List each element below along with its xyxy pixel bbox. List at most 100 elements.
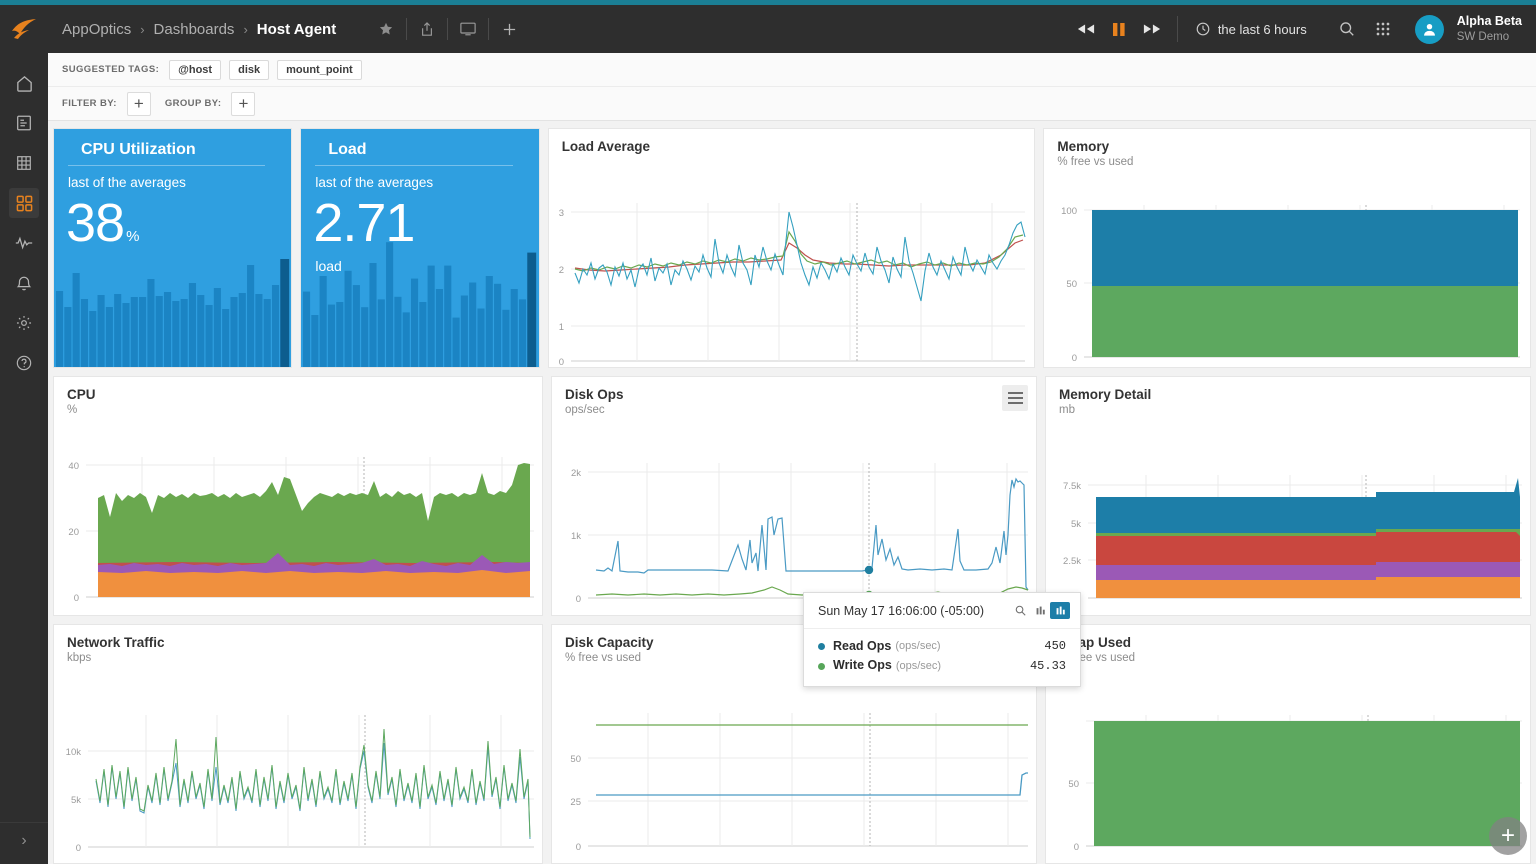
widget-title: Disk Ops [564, 387, 624, 402]
zoom-search-icon[interactable] [1010, 602, 1030, 619]
sidebar-item-reports[interactable] [0, 103, 48, 143]
widget-menu-icon[interactable] [1002, 385, 1028, 411]
filter-group-row: FILTER BY: + GROUP BY: + [48, 86, 1536, 120]
page-title: Host Agent [256, 20, 337, 38]
app-grid-icon[interactable] [1367, 14, 1399, 44]
tag-chip-disk[interactable]: disk [229, 59, 270, 80]
breadcrumb-item-appoptics[interactable]: AppOptics [62, 21, 131, 38]
sidebar-item-settings[interactable] [0, 303, 48, 343]
dashboard-content: SUGGESTED TAGS: @host disk mount_point F… [48, 53, 1536, 864]
favorite-star-icon[interactable] [370, 14, 402, 44]
sort-series-icon[interactable] [1050, 602, 1070, 619]
widget-memory-detail[interactable]: Memory Detail mb 7.5k 5k 2.5k [1045, 376, 1532, 616]
tooltip-row-read-ops: Read Ops (ops/sec) 450 [818, 637, 1066, 656]
add-filter-button[interactable]: + [126, 91, 151, 116]
series-unit: (ops/sec) [895, 640, 941, 653]
sparkline-bars [303, 242, 537, 367]
filter-by-label: FILTER BY: [62, 98, 117, 109]
user-info[interactable]: Alpha Beta SW Demo [1457, 14, 1522, 44]
series-color-dot [818, 662, 825, 670]
widget-load[interactable]: Load last of the averages 2.71 load [300, 128, 540, 368]
time-transport-controls [1077, 22, 1161, 36]
sidebar-item-help[interactable] [0, 343, 48, 383]
svg-text:1k: 1k [571, 531, 581, 542]
chart-disk-ops[interactable]: 2k 1k 0 13:00 14:00 15:00 16:00 17:00 18… [552, 435, 1036, 615]
widget-swap-used[interactable]: Swap Used % free vs used 50 0 [1045, 624, 1532, 864]
chart-memory-detail[interactable]: 7.5k 5k 2.5k 0 13:00 14:00 15:00 16:00 1… [1046, 435, 1530, 615]
svg-text:0: 0 [576, 594, 581, 605]
chart-cpu[interactable]: 40 20 0 13:00 14:00 15:00 16:00 17:00 18… [54, 435, 542, 615]
suggested-tags-row: SUGGESTED TAGS: @host disk mount_point [48, 53, 1536, 86]
time-range-label: the last 6 hours [1217, 21, 1307, 37]
sidebar-item-home[interactable] [0, 63, 48, 103]
widget-subtitle: last of the averages [315, 175, 434, 190]
series-unit: (ops/sec) [895, 659, 942, 672]
svg-text:0: 0 [1072, 353, 1077, 364]
svg-text:2.5k: 2.5k [1063, 556, 1081, 567]
svg-text:20: 20 [68, 527, 79, 538]
time-range-selector[interactable]: the last 6 hours [1176, 16, 1307, 42]
avatar[interactable] [1414, 14, 1444, 44]
filter-toolbar: SUGGESTED TAGS: @host disk mount_point F… [48, 53, 1536, 121]
widget-subtitle: kbps [67, 652, 92, 664]
sidebar-item-dashboards[interactable] [0, 183, 48, 223]
chart-network-traffic[interactable]: 10k 5k 0 13:00 14:00 15:00 16:00 17:00 1… [54, 683, 542, 863]
widget-memory[interactable]: Memory % free vs used 100 50 0 [1043, 128, 1531, 368]
svg-text:5k: 5k [71, 795, 81, 806]
solarwinds-logo-icon[interactable] [0, 5, 48, 53]
widget-title: CPU Utilization [68, 129, 266, 166]
widget-subtitle: % [67, 404, 78, 416]
widget-title: Memory [1057, 139, 1110, 154]
add-widget-icon[interactable] [493, 14, 525, 44]
svg-text:100: 100 [1061, 206, 1077, 217]
search-icon[interactable] [1331, 14, 1363, 44]
widget-title: Load [315, 129, 513, 166]
tag-chip-mount-point[interactable]: mount_point [277, 59, 362, 80]
widget-cpu-utilization[interactable]: CPU Utilization last of the averages 38% [53, 128, 293, 368]
sidebar-item-alerts[interactable] [0, 263, 48, 303]
share-icon[interactable] [411, 14, 443, 44]
breadcrumb-item-dashboards[interactable]: Dashboards [154, 21, 235, 38]
sidebar-expand-button[interactable]: › [0, 822, 48, 858]
sidebar-item-metrics[interactable] [0, 223, 48, 263]
widget-subtitle: % free vs used [1059, 652, 1136, 664]
sort-values-icon[interactable] [1030, 602, 1050, 619]
widget-cpu[interactable]: CPU % 40 20 0 [53, 376, 543, 616]
add-chart-fab[interactable]: + [1489, 817, 1527, 855]
appoptics-dashboard: AppOptics › Dashboards › Host Agent the … [0, 0, 1536, 864]
chart-load-average[interactable]: 3 2 1 0 13:00 14:00 15:00 16:00 [549, 175, 1035, 367]
tooltip-series-list: Read Ops (ops/sec) 450 Write Ops (ops/se… [804, 629, 1080, 686]
tooltip-timestamp: Sun May 17 16:06:00 (-05:00) [818, 603, 985, 618]
sidebar-item-services[interactable] [0, 143, 48, 183]
svg-text:0: 0 [1074, 842, 1079, 853]
widget-network-traffic[interactable]: Network Traffic kbps 10k 5k 0 [53, 624, 543, 864]
user-name: Alpha Beta [1456, 14, 1522, 28]
present-mode-icon[interactable] [452, 14, 484, 44]
add-group-button[interactable]: + [231, 91, 256, 116]
series-value: 450 [1044, 639, 1066, 654]
widget-disk-ops[interactable]: Disk Ops ops/sec 2k 1k 0 [550, 376, 1037, 616]
suggested-tags-label: SUGGESTED TAGS: [62, 64, 160, 75]
plus-icon: + [1500, 822, 1515, 849]
top-navigation-bar: AppOptics › Dashboards › Host Agent the … [0, 5, 1536, 53]
dashboards-icon [9, 188, 39, 218]
forward-button[interactable] [1143, 23, 1161, 35]
divider [406, 18, 408, 40]
svg-text:10k: 10k [66, 747, 82, 758]
svg-text:50: 50 [570, 754, 581, 765]
tag-chip-host[interactable]: @host [169, 59, 222, 80]
widget-subtitle: ops/sec [564, 404, 605, 416]
breadcrumb-separator: › [140, 21, 145, 37]
svg-text:1: 1 [558, 322, 563, 333]
divider [488, 18, 490, 40]
tooltip-row-write-ops: Write Ops (ops/sec) 45.33 [818, 656, 1066, 675]
chart-disk-capacity[interactable]: 50 25 0 13:00 14:00 15:00 16:00 17:00 18… [552, 683, 1036, 863]
sparkline-bars [55, 259, 290, 367]
pause-button[interactable] [1112, 22, 1125, 36]
widget-load-average[interactable]: Load Average 3 2 1 0 [547, 128, 1036, 368]
group-by-label: GROUP BY: [164, 98, 222, 109]
svg-text:25: 25 [570, 797, 581, 808]
chart-memory[interactable]: 100 50 0 13:00 14:00 15:00 16:00 17:00 1… [1044, 187, 1530, 367]
chart-swap-used[interactable]: 50 0 13:00 14:00 15:00 16:00 17:00 18:00 [1046, 683, 1530, 863]
rewind-button[interactable] [1077, 23, 1095, 35]
